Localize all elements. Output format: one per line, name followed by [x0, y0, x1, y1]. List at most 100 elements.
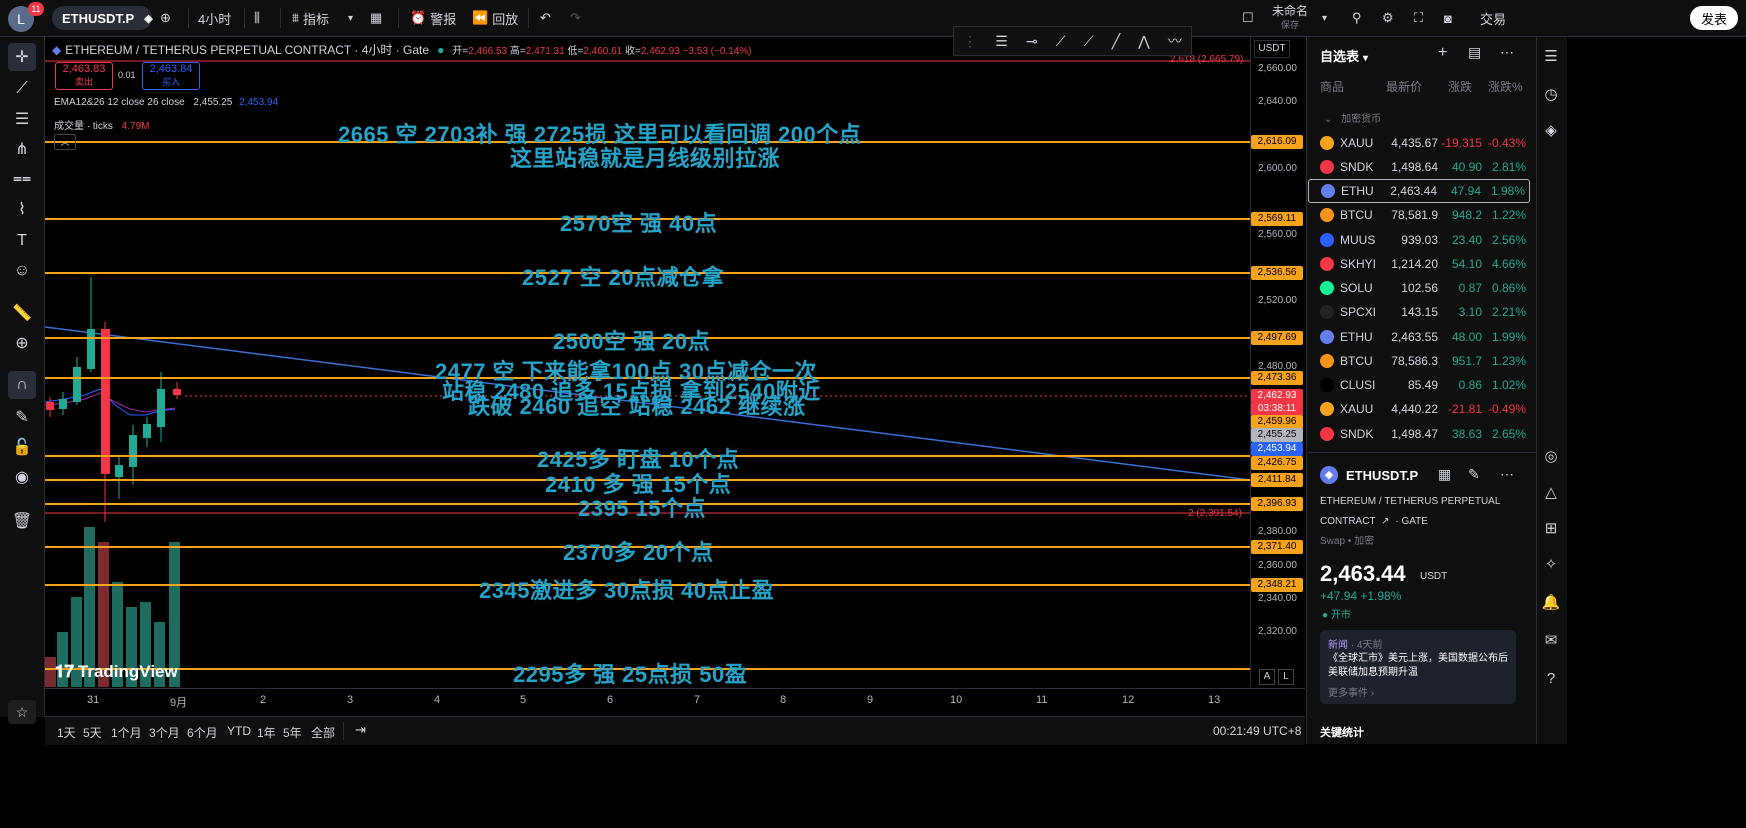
publish-button[interactable]: 发表 [1690, 6, 1738, 30]
quick-search-icon[interactable]: ⚲ [1352, 0, 1362, 36]
undo-icon[interactable]: ↶ [540, 0, 551, 36]
fullscreen-icon[interactable]: ⛶ [1414, 0, 1423, 36]
candle-type-icon[interactable]: ⫼ [254, 0, 260, 36]
watchlist-row[interactable]: SNDK 1,498.47 38.63 2.65% [1308, 422, 1530, 446]
keep-drawing-icon[interactable]: ✎ [8, 403, 36, 431]
ema-legend[interactable]: EMA12&26 12 close 26 close 2,455.25 2,45… [54, 97, 278, 108]
log-scale-button[interactable]: L [1278, 669, 1294, 685]
advanced-view-icon[interactable]: ▤ [1468, 44, 1481, 61]
grid-icon[interactable]: ▦ [1438, 466, 1451, 483]
range-ytd[interactable]: YTD [227, 724, 251, 738]
segment-icon[interactable]: ╱ [1112, 33, 1120, 50]
col-pct-header[interactable]: 涨跌% [1488, 78, 1523, 95]
range-all[interactable]: 全部 [311, 724, 335, 741]
ruler-icon[interactable]: 📏 [8, 299, 36, 327]
trend-line-icon[interactable]: ⟋ [8, 75, 36, 103]
trade-button[interactable]: 交易 [1480, 0, 1506, 36]
data-window-icon[interactable]: ⊞ [1541, 518, 1561, 538]
help-icon[interactable]: ? [1541, 668, 1561, 688]
templates-icon[interactable]: ▦ [370, 0, 382, 36]
watchlist-row[interactable]: SOLU 102.56 0.87 0.86% [1308, 276, 1530, 300]
annotation-2570[interactable]: 2570空 强 40点 [560, 206, 717, 238]
annotation-2370[interactable]: 2370多 20个点 [563, 535, 714, 567]
range-1d[interactable]: 1天 [57, 724, 76, 741]
annotation-2395[interactable]: 2395 15个点 [578, 491, 706, 523]
watchlist-row[interactable]: ETHU 2,463.55 48.00 1.99% [1308, 325, 1530, 349]
watchlist-icon[interactable]: ☰ [1541, 46, 1561, 66]
time-axis[interactable] [45, 688, 1305, 717]
watchlist-row[interactable]: SNDK 1,498.64 40.90 2.81% [1308, 155, 1530, 179]
emoji-icon[interactable]: ☺ [8, 257, 36, 285]
horizontal-lines-icon[interactable]: ☰ [8, 105, 36, 133]
goto-date-icon[interactable]: ⇥ [355, 722, 366, 738]
watchlist-row[interactable]: XAUU 4,435.67 -19.315 -0.43% [1308, 131, 1530, 155]
lines-icon[interactable]: ☰ [995, 33, 1008, 50]
col-last-header[interactable]: 最新价 [1386, 78, 1422, 95]
chat-icon[interactable]: ✉ [1541, 630, 1561, 650]
trash-icon[interactable]: 🗑 [8, 507, 36, 535]
range-6m[interactable]: 6个月 [187, 724, 218, 741]
watchlist-row[interactable]: MUUS 939.03 23.40 2.56% [1308, 228, 1530, 252]
crosshair-icon[interactable]: ✛ [8, 43, 36, 71]
text-icon[interactable]: T [8, 227, 36, 255]
watchlist-row[interactable]: XAUU 4,440.22 -21.81 -0.49% [1308, 397, 1530, 421]
camera-icon[interactable]: ◙ [1444, 0, 1452, 36]
interval-selector[interactable]: 4小时 [198, 0, 231, 36]
extended-line-icon[interactable]: ⟋ [1084, 33, 1094, 50]
section-header[interactable]: ⌄ 加密货币 [1324, 110, 1381, 125]
range-3m[interactable]: 3个月 [149, 724, 180, 741]
layers-icon[interactable]: ◈ [1541, 120, 1561, 140]
col-symbol-header[interactable]: 商品 [1320, 78, 1344, 95]
watchlist-title[interactable]: 自选表 ▾ [1320, 46, 1368, 65]
target-icon[interactable]: ◎ [1541, 446, 1561, 466]
key-stats-header[interactable]: 关键统计 [1320, 724, 1364, 740]
fib-icon[interactable]: ⩵ [8, 165, 36, 193]
alerts-clock-icon[interactable]: ◷ [1541, 84, 1561, 104]
details-name-2[interactable]: CONTRACT ↗ · GATE [1320, 516, 1428, 527]
auto-scale-button[interactable]: A [1259, 669, 1275, 685]
hline-icon[interactable]: ⊸ [1026, 33, 1038, 50]
add-symbol-icon[interactable]: ⊕ [160, 0, 180, 36]
clock-timezone[interactable]: 00:21:49 UTC+8 [1213, 724, 1301, 738]
more-events-link[interactable]: 更多事件 › [1328, 684, 1374, 699]
alert-button[interactable]: ⏰ 警报 [410, 0, 456, 36]
more-icon[interactable]: ⋯ [1500, 466, 1514, 483]
bell-icon[interactable]: 🔔 [1541, 592, 1561, 612]
pitchfork-icon[interactable]: ⋔ [8, 135, 36, 163]
magnet-icon[interactable]: ∩ [8, 371, 36, 399]
annotation-2527[interactable]: 2527 空 20点减仓拿 [522, 260, 724, 292]
annotation-2500[interactable]: 2500空 强 20点 [553, 324, 710, 356]
favorites-star-icon[interactable]: ☆ [8, 700, 36, 724]
annotation-2460[interactable]: 跌破 2460 追空 站稳 2462 继续涨 [468, 389, 805, 421]
layout-checkbox-icon[interactable]: ☐ [1242, 0, 1254, 36]
range-1y[interactable]: 1年 [257, 724, 276, 741]
zoom-icon[interactable]: ⊕ [8, 329, 36, 357]
redo-icon[interactable]: ↷ [570, 0, 581, 36]
range-1m[interactable]: 1个月 [111, 724, 142, 741]
indicators-button[interactable]: ⩩ 指标 [292, 0, 329, 36]
news-card[interactable]: 新闻 · 4天前 《全球汇市》美元上涨，美国数据公布后美联储加息预期升温 更多事… [1320, 630, 1516, 704]
watchlist-row[interactable]: ETHU 2,463.44 47.94 1.98% [1308, 179, 1530, 203]
pattern-icon[interactable]: ⌇ [8, 195, 36, 223]
watchlist-row[interactable]: BTCU 78,586.3 951.7 1.23% [1308, 349, 1530, 373]
annotation-2345[interactable]: 2345激进多 30点损 40点止盈 [479, 573, 774, 605]
chart-up-icon[interactable]: △ [1541, 482, 1561, 502]
range-5y[interactable]: 5年 [283, 724, 302, 741]
path-icon[interactable]: 〰 [1168, 31, 1182, 51]
edit-icon[interactable]: ✎ [1468, 466, 1480, 483]
chevron-down-icon[interactable]: ▾ [1322, 0, 1327, 36]
volume-legend[interactable]: 成交量 · ticks 4.79M [54, 117, 149, 132]
replay-button[interactable]: ⏪ 回放 [472, 0, 518, 36]
symbol-search[interactable]: ETHUSDT.P ◈ [52, 6, 153, 30]
ray-icon[interactable]: ⟋ [1056, 33, 1066, 50]
watchlist-row[interactable]: BTCU 78,581.9 948.2 1.22% [1308, 203, 1530, 227]
add-symbol-icon[interactable]: + [1438, 44, 1447, 62]
watchlist-row[interactable]: SPCXI 143.15 3.10 2.21% [1308, 300, 1530, 324]
sell-button[interactable]: 2,463.83 卖出 [55, 62, 113, 90]
chevron-down-icon[interactable]: ▾ [348, 0, 353, 36]
head-shoulders-icon[interactable]: ⋀ [1138, 33, 1149, 50]
legend-title[interactable]: ETHEREUM / TETHERUS PERPETUAL CONTRACT ·… [65, 41, 429, 58]
settings-icon[interactable]: ⚙ [1382, 0, 1394, 36]
ideas-icon[interactable]: ✧ [1541, 554, 1561, 574]
layout-name-button[interactable]: 未命名 保存 [1272, 4, 1308, 32]
